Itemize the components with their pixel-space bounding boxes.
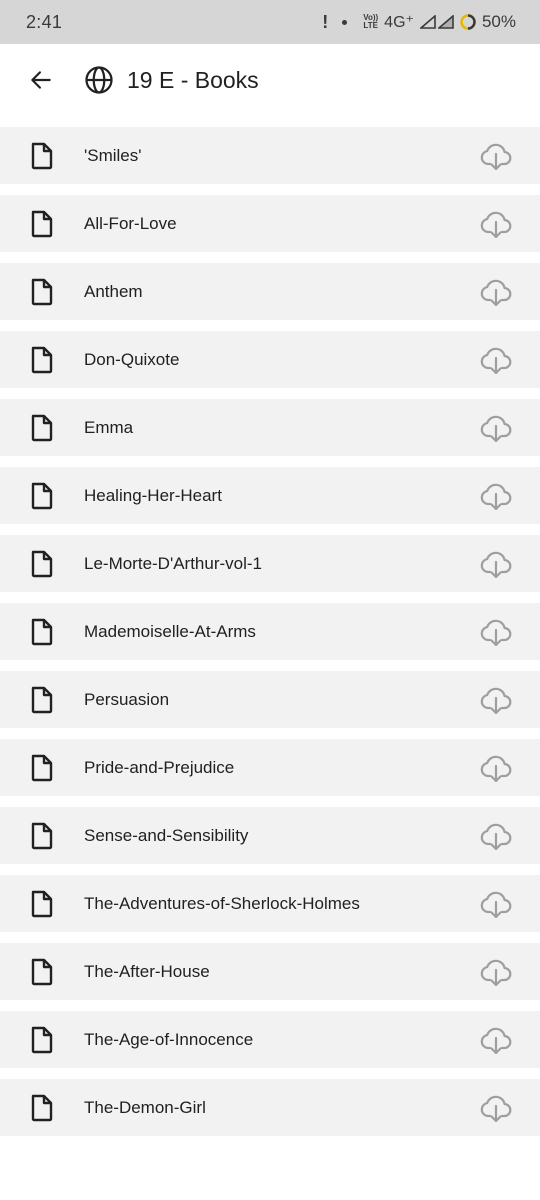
- download-button[interactable]: [476, 476, 516, 516]
- list-item[interactable]: Le-Morte-D'Arthur-vol-1: [0, 535, 540, 592]
- list-item[interactable]: Pride-and-Prejudice: [0, 739, 540, 796]
- file-icon: [29, 617, 55, 647]
- file-name: Mademoiselle-At-Arms: [84, 621, 256, 641]
- file-icon: [29, 889, 55, 919]
- file-icon: [29, 549, 55, 579]
- cloud-download-icon: [480, 619, 512, 646]
- file-name: The-Adventures-of-Sherlock-Holmes: [84, 893, 360, 913]
- file-name: The-Age-of-Innocence: [84, 1029, 254, 1049]
- download-button[interactable]: [476, 1020, 516, 1060]
- page-title: 19 E - Books: [127, 66, 259, 93]
- list-item[interactable]: 'Smiles': [0, 127, 540, 184]
- list-item[interactable]: All-For-Love: [0, 195, 540, 252]
- file-icon: [29, 753, 55, 783]
- list-item[interactable]: Don-Quixote: [0, 331, 540, 388]
- download-button[interactable]: [476, 1088, 516, 1128]
- file-name: Emma: [84, 417, 134, 437]
- file-icon: [29, 1025, 55, 1055]
- list-item[interactable]: Emma: [0, 399, 540, 456]
- alert-icon: !: [322, 11, 329, 32]
- download-button[interactable]: [476, 272, 516, 312]
- cloud-download-icon: [480, 755, 512, 782]
- cloud-download-icon: [480, 891, 512, 918]
- download-button[interactable]: [476, 748, 516, 788]
- file-name: Healing-Her-Heart: [84, 485, 222, 505]
- list-item[interactable]: Sense-and-Sensibility: [0, 807, 540, 864]
- file-name: The-Demon-Girl: [84, 1097, 206, 1117]
- cloud-download-icon: [480, 415, 512, 442]
- file-name: 'Smiles': [84, 145, 142, 165]
- volte-bottom-label: LTE: [363, 21, 378, 30]
- file-icon: [29, 1093, 55, 1123]
- cloud-download-icon: [480, 279, 512, 306]
- file-icon: [29, 277, 55, 307]
- file-name: Persuasion: [84, 689, 170, 709]
- globe-icon: [83, 64, 115, 96]
- status-icons: ! Vo)) LTE 4G⁺ 50%: [316, 12, 516, 33]
- cloud-download-icon: [480, 1095, 512, 1122]
- cloud-download-icon: [480, 143, 512, 170]
- volte-icon: Vo)) LTE: [363, 14, 378, 30]
- download-button[interactable]: [476, 136, 516, 176]
- file-icon: [29, 345, 55, 375]
- download-button[interactable]: [476, 952, 516, 992]
- cloud-download-icon: [480, 959, 512, 986]
- cloud-download-icon: [480, 687, 512, 714]
- file-icon: [29, 481, 55, 511]
- network-type: 4G⁺: [384, 14, 414, 31]
- battery-icon: [460, 14, 476, 30]
- notification-dot-icon: [342, 19, 348, 25]
- cloud-download-icon: [480, 1027, 512, 1054]
- file-name: All-For-Love: [84, 213, 177, 233]
- battery-percent: 50%: [481, 12, 516, 31]
- list-item[interactable]: Anthem: [0, 263, 540, 320]
- app-bar: 19 E - Books: [0, 44, 540, 116]
- list-item[interactable]: The-Demon-Girl: [0, 1079, 540, 1136]
- file-icon: [29, 957, 55, 987]
- list-item[interactable]: The-After-House: [0, 943, 540, 1000]
- file-name: The-After-House: [84, 961, 210, 981]
- download-button[interactable]: [476, 204, 516, 244]
- signal-icon-2: [437, 15, 454, 29]
- cloud-download-icon: [480, 551, 512, 578]
- list-item[interactable]: Healing-Her-Heart: [0, 467, 540, 524]
- download-button[interactable]: [476, 612, 516, 652]
- list-item[interactable]: The-Age-of-Innocence: [0, 1011, 540, 1068]
- signal-icon: [419, 15, 436, 29]
- file-name: Le-Morte-D'Arthur-vol-1: [84, 553, 263, 573]
- file-name: Sense-and-Sensibility: [84, 825, 249, 845]
- file-name: Don-Quixote: [84, 349, 180, 369]
- download-button[interactable]: [476, 884, 516, 924]
- file-icon: [29, 141, 55, 171]
- status-time: 2:41: [26, 11, 63, 32]
- list-item[interactable]: Persuasion: [0, 671, 540, 728]
- file-icon: [29, 209, 55, 239]
- download-button[interactable]: [476, 680, 516, 720]
- cloud-download-icon: [480, 483, 512, 510]
- cloud-download-icon: [480, 211, 512, 238]
- file-icon: [29, 821, 55, 851]
- download-button[interactable]: [476, 340, 516, 380]
- file-list: 'Smiles' All-For-Love Anthem Don-Quixote…: [0, 116, 540, 1139]
- file-icon: [29, 413, 55, 443]
- download-button[interactable]: [476, 544, 516, 584]
- file-icon: [29, 685, 55, 715]
- file-name: Anthem: [84, 281, 143, 301]
- cloud-download-icon: [480, 823, 512, 850]
- download-button[interactable]: [476, 816, 516, 856]
- cloud-download-icon: [480, 347, 512, 374]
- list-item[interactable]: Mademoiselle-At-Arms: [0, 603, 540, 660]
- arrow-back-icon: [31, 71, 51, 89]
- file-name: Pride-and-Prejudice: [84, 757, 235, 777]
- list-item[interactable]: The-Adventures-of-Sherlock-Holmes: [0, 875, 540, 932]
- download-button[interactable]: [476, 408, 516, 448]
- status-bar: 2:41 ! Vo)) LTE 4G⁺ 50%: [0, 0, 540, 44]
- back-button[interactable]: [17, 56, 65, 104]
